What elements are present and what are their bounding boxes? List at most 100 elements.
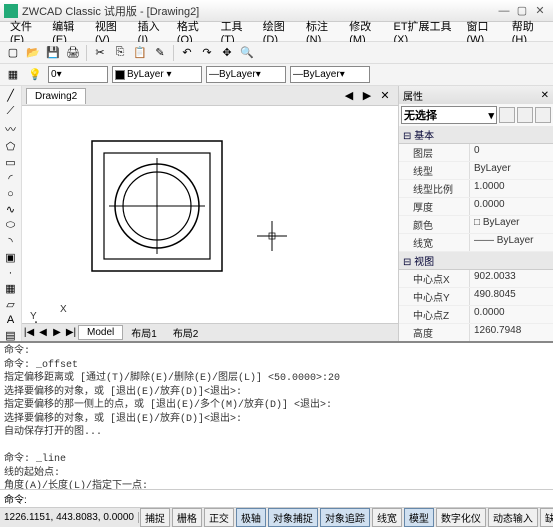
status-模型[interactable]: 模型 <box>404 508 434 527</box>
select-objects-button[interactable] <box>517 107 533 123</box>
print-icon[interactable]: 🖨 <box>64 44 82 62</box>
layout-tab-布局1[interactable]: 布局1 <box>123 324 165 341</box>
copy-icon[interactable]: ⎘ <box>111 44 129 62</box>
status-极轴[interactable]: 极轴 <box>236 508 266 527</box>
rect-tool-icon[interactable]: ▭ <box>2 155 20 170</box>
paste-icon[interactable]: 📋 <box>131 44 149 62</box>
status-动态输入[interactable]: 动态输入 <box>488 508 538 527</box>
layout-tab-Model[interactable]: Model <box>78 325 123 340</box>
layer-manager-icon[interactable]: ▦ <box>4 66 22 84</box>
props-value[interactable]: 902.0033 <box>469 270 553 287</box>
earc-tool-icon[interactable]: ◝ <box>2 234 20 249</box>
polyline-tool-icon[interactable]: 〰 <box>2 120 20 138</box>
circle-tool-icon[interactable]: ○ <box>2 187 20 201</box>
props-value[interactable]: 1.0000 <box>469 180 553 197</box>
tab-prev-icon[interactable]: ◀ <box>340 87 358 105</box>
cline-tool-icon[interactable]: ⟋ <box>2 104 20 119</box>
props-group[interactable]: ⊟ 基本 <box>399 126 553 144</box>
save-icon[interactable]: 💾 <box>44 44 62 62</box>
pan-icon[interactable]: ✥ <box>218 44 236 62</box>
layout-tab-布局2[interactable]: 布局2 <box>165 324 207 341</box>
color-combo[interactable]: ■ ByLayerByLayer ▾ <box>112 66 202 83</box>
properties-close-icon[interactable]: ✕ <box>541 90 549 101</box>
layout-nav[interactable]: ◀ <box>36 327 50 338</box>
props-value[interactable]: □ ByLayer <box>469 216 553 233</box>
toggle-pick-button[interactable] <box>535 107 551 123</box>
props-value[interactable]: 0.0000 <box>469 198 553 215</box>
properties-toolbar: ▦ 💡 0 ▾ ■ ByLayerByLayer ▾ — ByLayer ▾ —… <box>0 64 553 86</box>
cut-icon[interactable]: ✂ <box>91 44 109 62</box>
props-key: 颜色 <box>399 216 469 233</box>
canvas-column: Drawing2 ◀ ▶ ✕ X Y |◀◀ <box>22 86 398 341</box>
layout-nav[interactable]: ▶ <box>50 327 64 338</box>
polygon-tool-icon[interactable]: ⬠ <box>2 139 20 154</box>
props-group[interactable]: ⊟ 视图 <box>399 252 553 270</box>
props-value[interactable]: 0.0000 <box>469 306 553 323</box>
props-key: 图层 <box>399 144 469 161</box>
linetype-combo[interactable]: — ByLayer ▾ <box>206 66 286 83</box>
status-正交[interactable]: 正交 <box>204 508 234 527</box>
props-row[interactable]: 中心点Y490.8045 <box>399 288 553 306</box>
command-input-row: 命令: <box>0 489 553 507</box>
props-row[interactable]: 图层0 <box>399 144 553 162</box>
ellipse-tool-icon[interactable]: ⬭ <box>2 218 20 233</box>
props-key: 中心点X <box>399 270 469 287</box>
text-tool-icon[interactable]: A <box>2 313 20 327</box>
zoom-icon[interactable]: 🔍 <box>238 44 256 62</box>
props-row[interactable]: 线型ByLayer <box>399 162 553 180</box>
region-tool-icon[interactable]: ▱ <box>2 297 20 312</box>
props-row[interactable]: 中心点Z0.0000 <box>399 306 553 324</box>
props-row[interactable]: 厚度0.0000 <box>399 198 553 216</box>
standard-toolbar: ▢📂💾🖨 ✂⎘📋✎ ↶↷✥🔍 <box>0 42 553 64</box>
properties-header: 属性 ✕ <box>399 86 553 104</box>
status-线宽[interactable]: 线宽 <box>372 508 402 527</box>
undo-icon[interactable]: ↶ <box>178 44 196 62</box>
props-value[interactable]: 1260.7948 <box>469 324 553 341</box>
status-数字化仪[interactable]: 数字化仪 <box>436 508 486 527</box>
props-value[interactable]: 490.8045 <box>469 288 553 305</box>
status-缺省[interactable]: 缺省 <box>540 508 553 527</box>
lineweight-combo[interactable]: — ByLayer ▾ <box>290 66 370 83</box>
layout-nav[interactable]: |◀ <box>22 327 36 338</box>
props-row[interactable]: 线宽—— ByLayer <box>399 234 553 252</box>
tab-next-icon[interactable]: ▶ <box>358 87 376 105</box>
doc-tab-drawing2[interactable]: Drawing2 <box>26 88 86 104</box>
block-tool-icon[interactable]: ▣ <box>2 250 20 265</box>
match-icon[interactable]: ✎ <box>151 44 169 62</box>
status-对象追踪[interactable]: 对象追踪 <box>320 508 370 527</box>
open-icon[interactable]: 📂 <box>24 44 42 62</box>
hatch-tool-icon[interactable]: ▦ <box>2 281 20 296</box>
selection-combo[interactable]: 无选择▾ <box>401 106 497 124</box>
new-icon[interactable]: ▢ <box>4 44 22 62</box>
quick-select-button[interactable] <box>499 107 515 123</box>
props-row[interactable]: 颜色□ ByLayer <box>399 216 553 234</box>
props-key: 线型比例 <box>399 180 469 197</box>
command-input[interactable] <box>31 493 549 504</box>
props-row[interactable]: 高度1260.7948 <box>399 324 553 341</box>
spline-tool-icon[interactable]: ∿ <box>2 202 20 217</box>
layer-combo[interactable]: 0 ▾ <box>48 66 108 83</box>
point-tool-icon[interactable]: · <box>2 266 20 280</box>
props-key: 线型 <box>399 162 469 179</box>
command-window[interactable]: 命令: 命令: _offset 指定偏移距离或 [通过(T)/脚除(E)/删除(… <box>0 341 553 489</box>
light-icon[interactable]: 💡 <box>26 66 44 84</box>
layout-nav[interactable]: ▶| <box>64 327 78 338</box>
layout-tabs: |◀◀▶▶|Model布局1布局2 <box>22 323 398 341</box>
props-row[interactable]: 中心点X902.0033 <box>399 270 553 288</box>
arc-tool-icon[interactable]: ◜ <box>2 171 20 186</box>
props-value[interactable]: ByLayer <box>469 162 553 179</box>
status-对象捕捉[interactable]: 对象捕捉 <box>268 508 318 527</box>
line-tool-icon[interactable]: ╱ <box>2 88 20 103</box>
redo-icon[interactable]: ↷ <box>198 44 216 62</box>
props-value[interactable]: 0 <box>469 144 553 161</box>
tab-close-icon[interactable]: ✕ <box>376 87 394 105</box>
drawing-canvas[interactable]: X Y <box>22 106 398 323</box>
status-捕捉[interactable]: 捕捉 <box>140 508 170 527</box>
main-area: ╱⟋〰⬠▭◜○∿⬭◝▣·▦▱A▤≡ Drawing2 ◀ ▶ ✕ <box>0 86 553 341</box>
statusbar: 1226.1151, 443.8083, 0.0000 捕捉栅格正交极轴对象捕捉… <box>0 507 553 527</box>
status-栅格[interactable]: 栅格 <box>172 508 202 527</box>
menubar: 文件(F)编辑(E)视图(V)插入(I)格式(O)工具(T)绘图(D)标注(N)… <box>0 22 553 42</box>
props-row[interactable]: 线型比例1.0000 <box>399 180 553 198</box>
props-key: 中心点Z <box>399 306 469 323</box>
props-value[interactable]: —— ByLayer <box>469 234 553 251</box>
